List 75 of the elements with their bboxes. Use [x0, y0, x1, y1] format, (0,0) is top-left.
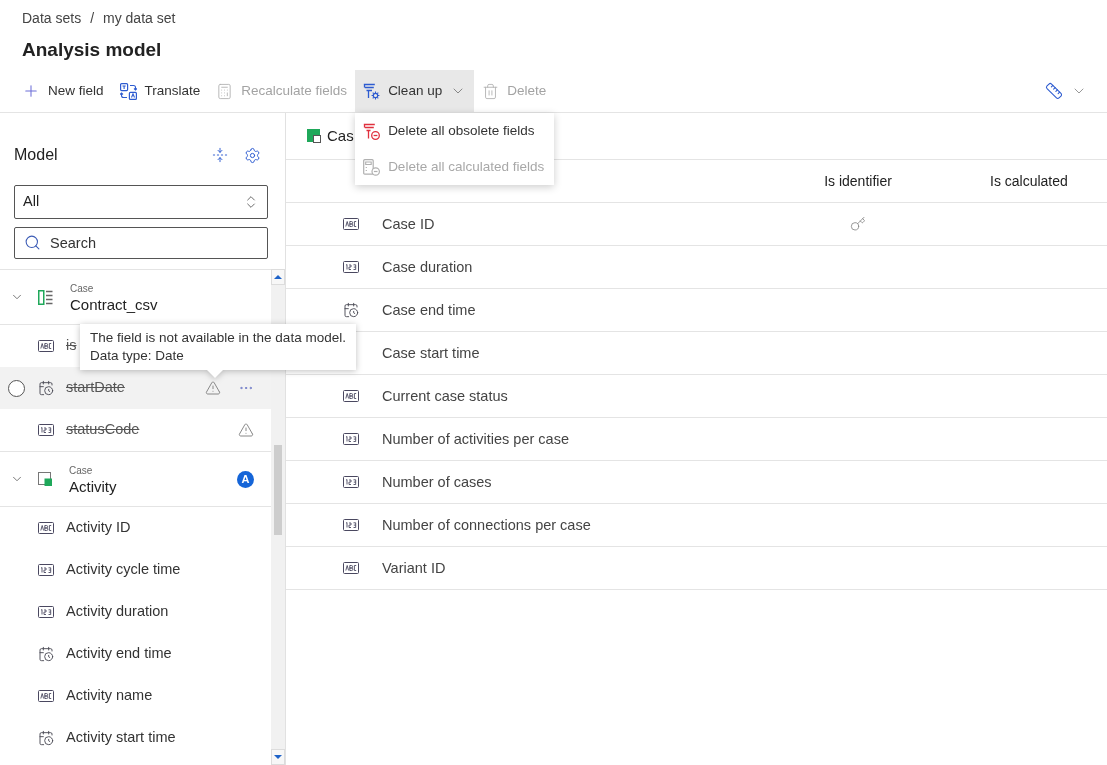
scrollbar-thumb[interactable] [274, 445, 282, 535]
collapse-icon[interactable] [212, 147, 228, 163]
table-cell: Variant ID [382, 560, 446, 576]
number-type-icon [38, 424, 54, 436]
field-name: Activity cycle time [66, 560, 181, 580]
tooltip-text: The field is not available in the data model. [90, 329, 346, 347]
table-gear-icon [363, 82, 381, 100]
tooltip-text: Data type: Date [90, 347, 185, 365]
trash-icon [482, 82, 500, 100]
group-type-label: Case [69, 465, 94, 477]
calendar-clock-icon [38, 646, 54, 662]
calculator-minus-icon [363, 158, 381, 176]
radio-button[interactable] [8, 379, 25, 397]
field-name: Activity end time [66, 644, 172, 664]
column-header: Is calculated [990, 173, 1068, 189]
panel-title: Model [14, 145, 58, 165]
text-type-icon [38, 340, 54, 352]
table-minus-icon [363, 122, 381, 140]
corner-square-icon [38, 472, 52, 486]
table-cell: Number of connections per case [382, 517, 591, 533]
ruler-icon [1045, 82, 1063, 100]
calendar-clock-icon [343, 302, 359, 318]
table-cell: Case start time [382, 345, 480, 361]
clean-up-button[interactable]: Clean up [355, 70, 475, 112]
plus-icon [22, 82, 40, 100]
text-type-icon [343, 218, 359, 230]
breadcrumb-link[interactable]: Data sets [22, 7, 82, 29]
highlighted-row[interactable]: startDate [0, 367, 271, 409]
table-cell: Case end time [382, 302, 476, 318]
text-type-icon [343, 390, 359, 402]
column-header: Is identifier [824, 173, 892, 189]
field-name: is [66, 336, 77, 356]
field-name: Activity start time [66, 728, 176, 748]
number-type-icon [343, 519, 359, 531]
page-title: Analysis model [22, 38, 163, 62]
translate-button[interactable]: Translate [111, 70, 209, 112]
text-type-icon [38, 690, 54, 702]
group-type-label: Case [70, 283, 95, 295]
settings-icon[interactable] [244, 146, 261, 164]
calculator-icon [216, 82, 234, 100]
table-cell: Case duration [382, 259, 473, 275]
corner-square-icon [307, 129, 321, 143]
breadcrumb-link[interactable]: my data set [103, 7, 176, 29]
number-type-icon [38, 564, 54, 576]
translate-icon [119, 82, 137, 100]
text-type-icon [343, 562, 359, 574]
field-name: Activity name [66, 686, 153, 706]
table-heading: Cas [327, 125, 354, 146]
group-name: Contract_csv [70, 295, 158, 315]
letter-badge: A [237, 470, 254, 488]
text-type-icon [38, 522, 54, 534]
filter-select[interactable]: All [14, 185, 268, 219]
calendar-clock-icon [38, 730, 54, 746]
table-list-icon [38, 289, 53, 305]
number-type-icon [343, 476, 359, 488]
table-cell: Case ID [382, 216, 435, 232]
field-name: Activity duration [66, 602, 169, 622]
scroll-down-button[interactable] [271, 749, 285, 765]
table-cell: Number of cases [382, 474, 492, 490]
breadcrumb-separator: / [90, 8, 95, 28]
number-type-icon [343, 261, 359, 273]
field-name: statusCode [66, 420, 140, 440]
number-type-icon [38, 606, 54, 618]
field-name: Activity ID [66, 518, 131, 538]
search-field[interactable]: Search [14, 227, 268, 259]
table-cell: Current case status [382, 388, 508, 404]
group-name: Activity [69, 477, 117, 497]
field-name: startDate [66, 378, 125, 398]
menu-item[interactable]: Delete all obsolete fields [355, 113, 555, 149]
number-type-icon [343, 433, 359, 445]
new-field-button[interactable]: New field [14, 70, 112, 112]
search-icon [24, 234, 41, 251]
scroll-up-button[interactable] [271, 269, 285, 285]
calendar-clock-icon [38, 380, 54, 396]
table-cell: Number of activities per case [382, 431, 569, 447]
